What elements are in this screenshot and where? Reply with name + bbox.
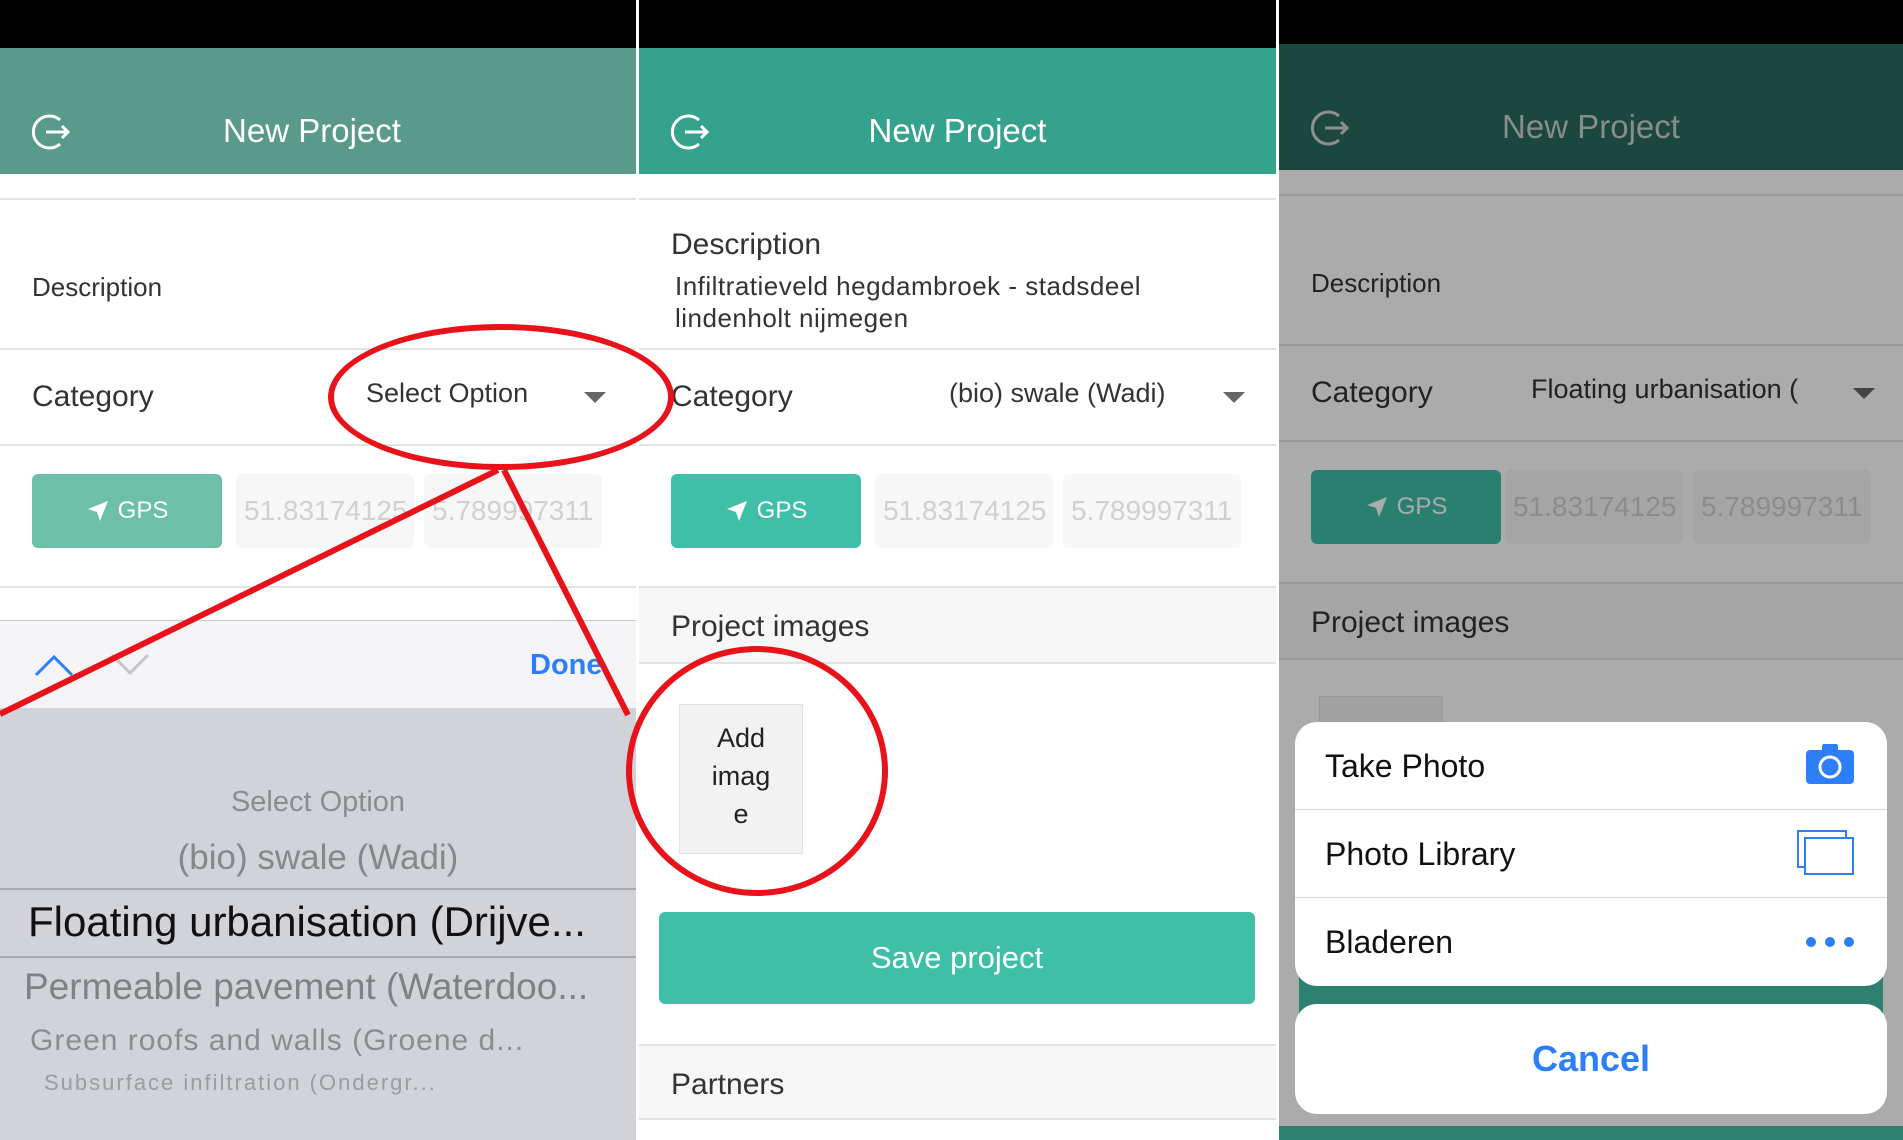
annotation-line-left [0, 467, 500, 717]
annotation-line-right [501, 468, 631, 717]
annotation-lines [0, 467, 631, 717]
